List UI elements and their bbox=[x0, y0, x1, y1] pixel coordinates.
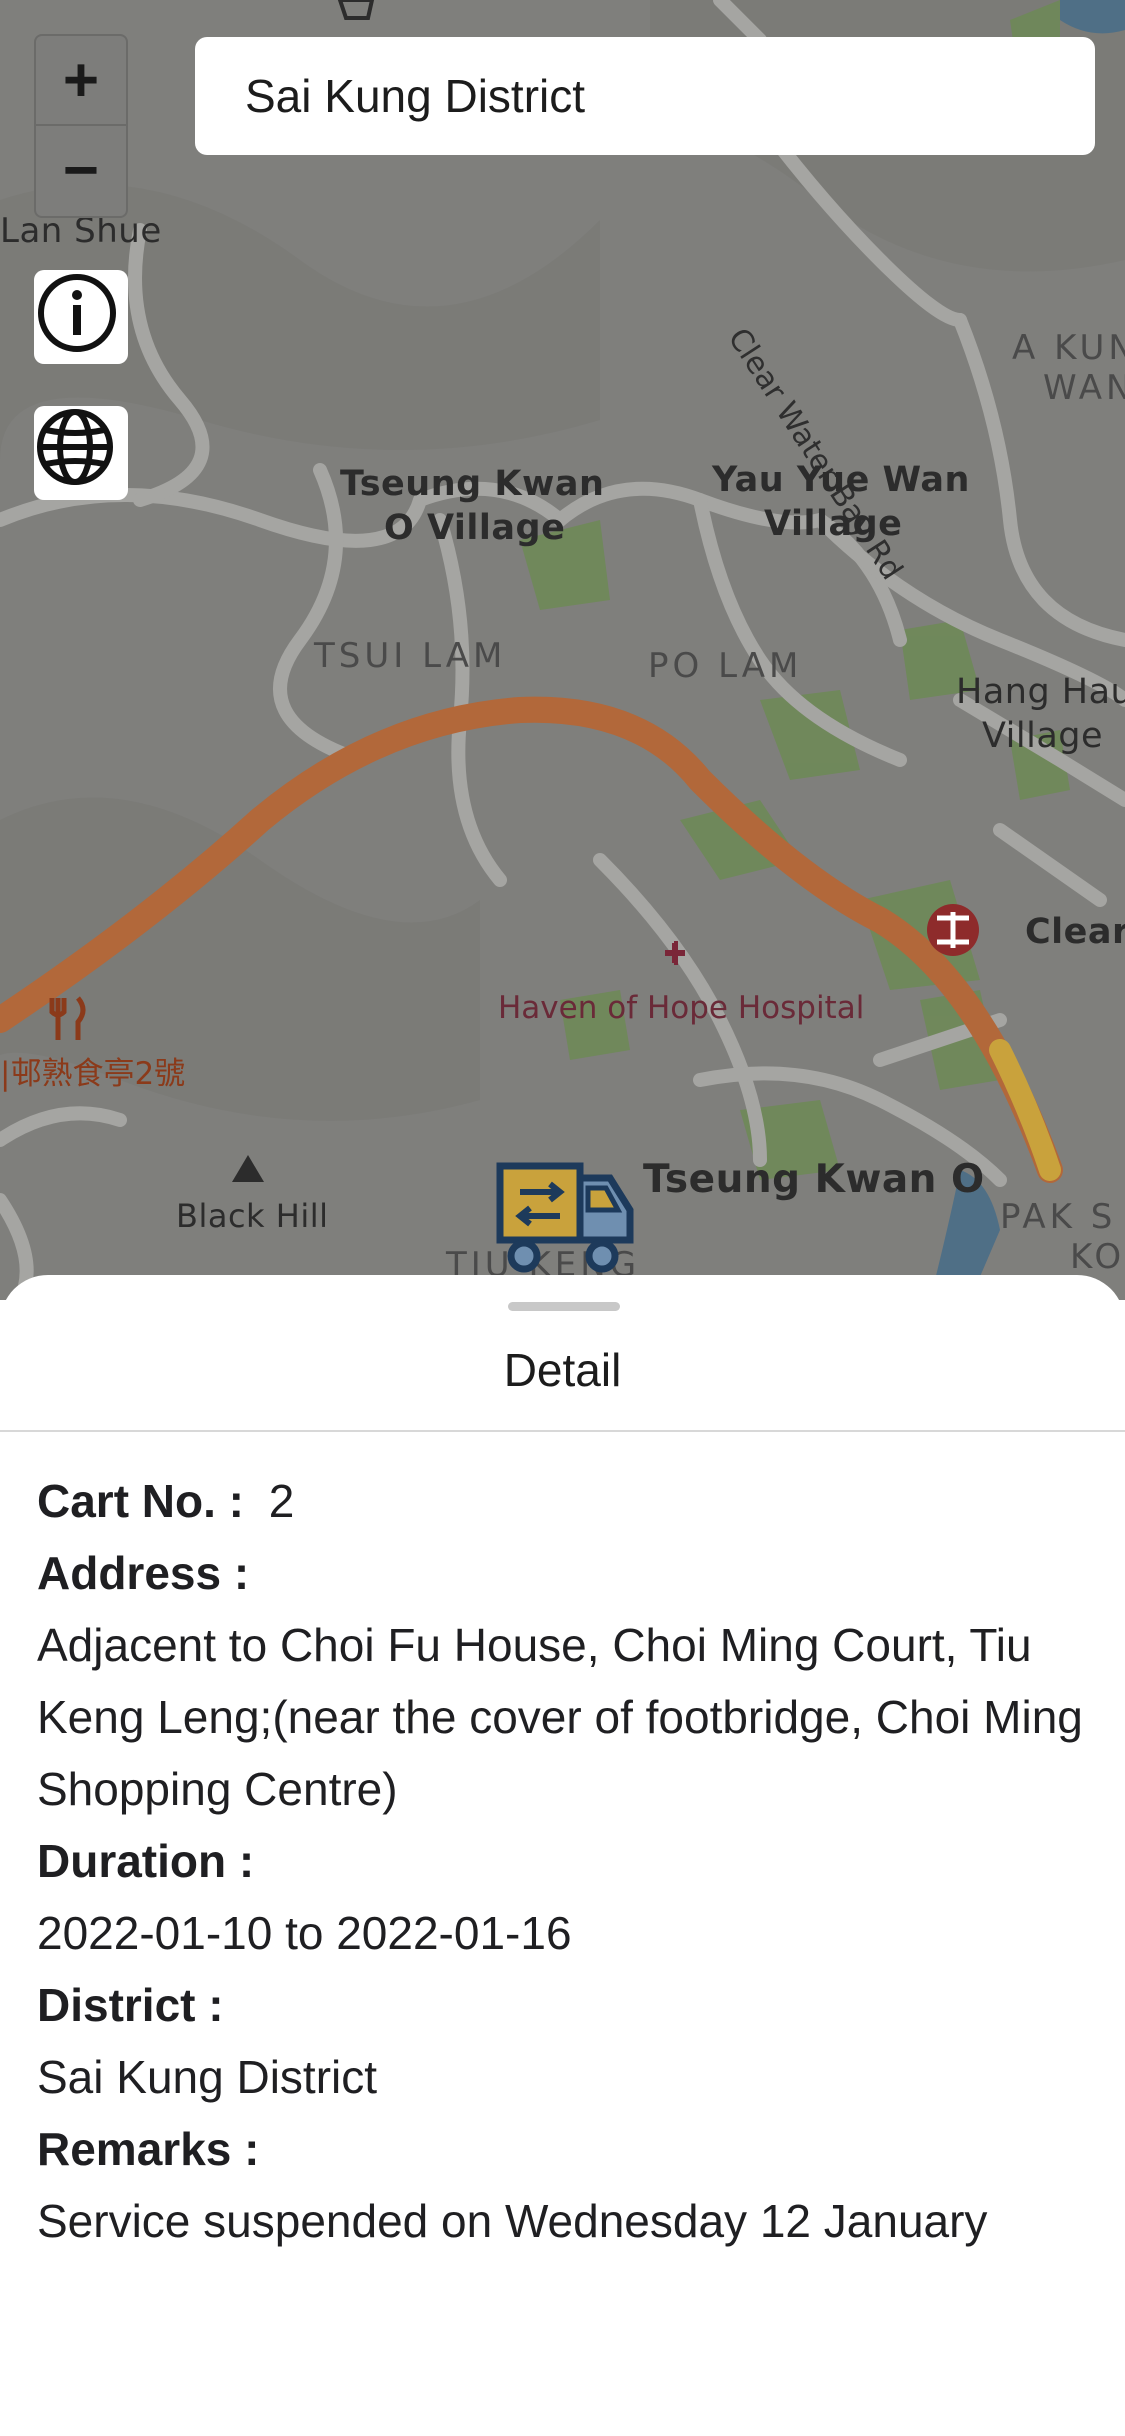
address-label: Address : bbox=[37, 1547, 250, 1599]
cart-no-value: 2 bbox=[268, 1475, 295, 1527]
zoom-in-button[interactable]: + bbox=[36, 36, 126, 126]
map-label-tseung-kwan-o-village-1: Tseung Kwan bbox=[340, 464, 605, 504]
map-background bbox=[0, 0, 1125, 1300]
map-label-tseung-kwan-o: Tseung Kwan O bbox=[643, 1157, 985, 1202]
mtr-station-icon bbox=[927, 904, 979, 956]
info-icon bbox=[38, 274, 116, 352]
map-label-pak-shing-kok-2: KO bbox=[1070, 1237, 1125, 1277]
divider bbox=[0, 1430, 1125, 1432]
duration-label: Duration : bbox=[37, 1835, 255, 1887]
map-label-haven-of-hope-hospital: Haven of Hope Hospital bbox=[498, 990, 865, 1026]
map-label-black-hill: Black Hill bbox=[176, 1197, 329, 1235]
map-view[interactable]: Lan Shue Clear Water Bay Rd A KUN WAN Ts… bbox=[0, 0, 1125, 1300]
info-button[interactable] bbox=[34, 270, 128, 364]
district-label: District : bbox=[37, 1979, 224, 2031]
remarks-value: Service suspended on Wednesday 12 Januar… bbox=[37, 2195, 988, 2247]
map-label-clear: Clear bbox=[1025, 912, 1125, 952]
duration-value: 2022-01-10 to 2022-01-16 bbox=[37, 1907, 572, 1959]
map-label-tsui-lam: TSUI LAM bbox=[314, 636, 507, 676]
globe-icon bbox=[37, 409, 113, 485]
map-label-po-lam: PO LAM bbox=[648, 646, 803, 686]
address-value: Adjacent to Choi Fu House, Choi Ming Cou… bbox=[37, 1619, 1083, 1815]
drag-handle[interactable] bbox=[508, 1302, 620, 1311]
remarks-label: Remarks : bbox=[37, 2123, 260, 2175]
cart-no-row: Cart No. : 2 bbox=[37, 1465, 1097, 1537]
detail-content: Cart No. : 2 Address : Adjacent to Choi … bbox=[37, 1465, 1097, 2257]
cart-location-marker[interactable] bbox=[492, 1158, 638, 1278]
map-label-a-kung-wan-1: A KUN bbox=[1012, 328, 1125, 368]
cart-icon bbox=[496, 1162, 634, 1273]
map-label-a-kung-wan-2: WAN bbox=[1043, 368, 1125, 408]
map-label-pak-shing-kok-1: PAK S bbox=[1000, 1197, 1117, 1237]
mountain-icon bbox=[232, 1155, 264, 1182]
map-label-hang-hau-village-2: Village bbox=[982, 716, 1104, 756]
map-label-hang-hau-village-1: Hang Hau bbox=[956, 672, 1125, 712]
district-value: Sai Kung District bbox=[37, 2051, 378, 2103]
map-label-tseung-kwan-o-village-2: O Village bbox=[384, 508, 566, 548]
language-button[interactable] bbox=[34, 406, 128, 500]
sheet-title: Detail bbox=[503, 1344, 622, 1396]
search-input[interactable]: Sai Kung District bbox=[195, 37, 1095, 155]
map-label-cooked-food-kiosk: |邨熟食亭2號 bbox=[0, 1056, 186, 1092]
detail-sheet: Detail Cart No. : 2 Address : Adjacent t… bbox=[0, 1275, 1125, 2436]
map-label-yau-yue-wan-village-2: Village bbox=[764, 504, 903, 544]
zoom-out-button[interactable]: − bbox=[36, 126, 126, 214]
map-label-yau-yue-wan-village-1: Yau Yue Wan bbox=[712, 460, 970, 500]
zoom-control: + − bbox=[34, 34, 128, 218]
cart-no-label: Cart No. : bbox=[37, 1475, 244, 1527]
